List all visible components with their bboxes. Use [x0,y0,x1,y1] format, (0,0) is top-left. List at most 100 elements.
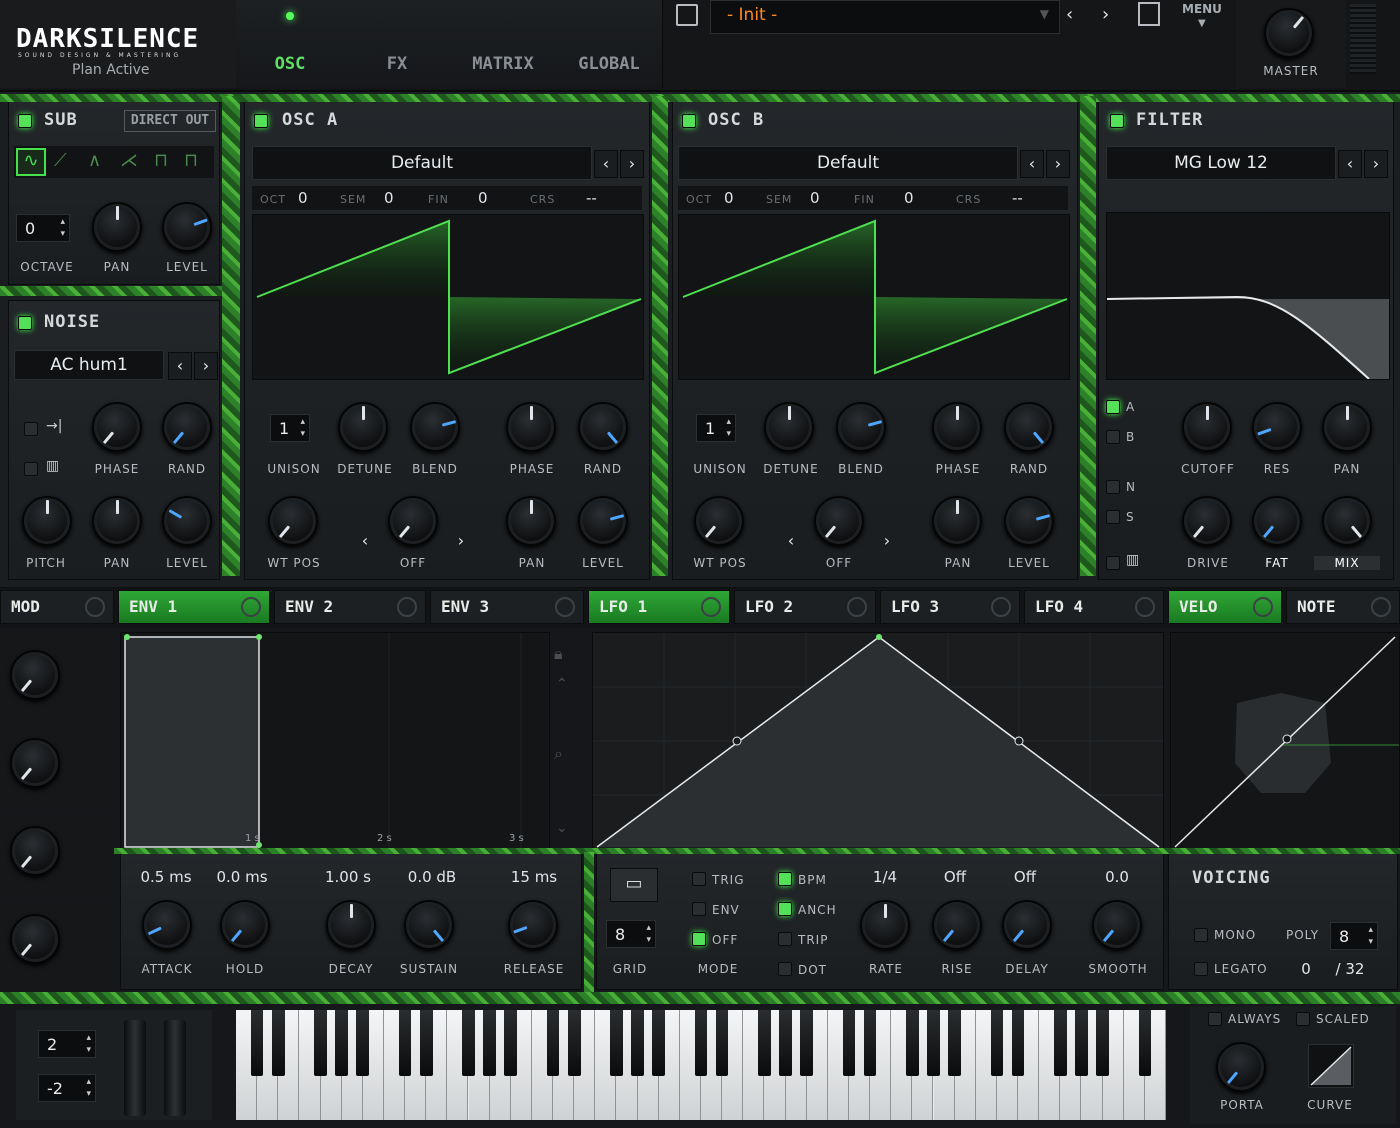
bpm-toggle[interactable] [778,872,792,886]
black-key[interactable] [842,1010,856,1076]
mono-toggle[interactable] [1194,928,1208,942]
zoom-in-icon[interactable]: ⌃ [556,676,568,692]
osc-b-crs-value[interactable]: -- [1012,189,1023,207]
osc-b-enable-toggle[interactable] [682,114,696,128]
black-key[interactable] [314,1010,327,1076]
osc-b-warp-next-icon[interactable]: › [876,528,898,554]
legato-toggle[interactable] [1194,962,1208,976]
mod-wheel[interactable] [164,1020,186,1116]
smooth-knob[interactable] [1092,900,1142,950]
filter-enable-toggle[interactable] [1110,114,1124,128]
black-key[interactable] [250,1010,264,1076]
zoom-out-icon[interactable]: ⌄ [556,820,568,836]
black-key[interactable] [1053,1010,1067,1076]
menu-button[interactable]: MENU [1182,2,1222,16]
tab-lfo1[interactable]: LFO 1 [588,590,730,624]
noise-prev-icon[interactable]: ‹ [168,352,192,380]
black-key[interactable] [546,1010,560,1076]
decay-value[interactable]: 1.00 s [312,868,384,886]
osc-b-oct-value[interactable]: 0 [724,189,734,207]
noise-preset-display[interactable]: AC hum1 [14,350,164,380]
poly-stepper[interactable]: 8 [1330,922,1378,950]
black-key[interactable] [335,1010,348,1076]
attack-value[interactable]: 0.5 ms [126,868,206,886]
sine-shape-icon[interactable]: ∿ [16,148,46,176]
sustain-knob[interactable] [404,900,454,950]
hold-value[interactable]: 0.0 ms [206,868,278,886]
black-key[interactable] [631,1010,644,1076]
release-knob[interactable] [508,900,558,950]
nav-tab-osc[interactable]: OSC [236,0,345,88]
noise-phase-knob[interactable] [92,402,142,452]
black-key[interactable] [483,1010,496,1076]
osc-b-wtpos-knob[interactable] [694,496,744,546]
black-key[interactable] [863,1010,877,1076]
filter-mix-knob[interactable] [1322,496,1372,546]
black-key[interactable] [800,1010,813,1076]
osc-b-sem-value[interactable]: 0 [810,189,820,207]
tab-note[interactable]: NOTE [1286,590,1400,624]
black-key[interactable] [694,1010,708,1076]
env-graph[interactable]: 1 s 2 s 3 s [120,632,550,850]
osc-a-rand-knob[interactable] [578,402,628,452]
filter-fat-knob[interactable] [1252,496,1302,546]
osc-a-enable-toggle[interactable] [254,114,268,128]
osc-b-pan-knob[interactable] [932,496,982,546]
osc-a-sem-value[interactable]: 0 [384,189,394,207]
filter-type-display[interactable]: MG Low 12 [1106,146,1336,180]
osc-a-wtpos-knob[interactable] [268,496,318,546]
osc-a-oct-value[interactable]: 0 [298,189,308,207]
black-key[interactable] [652,1010,666,1076]
delay-knob[interactable] [1002,900,1052,950]
lfo-graph[interactable] [592,632,1164,850]
black-key[interactable] [906,1010,919,1076]
bend-down-stepper[interactable]: -2 [38,1074,96,1102]
noise-pitch-knob[interactable] [22,496,72,546]
osc-b-fin-value[interactable]: 0 [904,189,914,207]
osc-a-wavetable-display[interactable]: Default [252,146,592,180]
black-key[interactable] [715,1010,729,1076]
osc-b-warp-prev-icon[interactable]: ‹ [780,528,802,554]
osc-a-prev-icon[interactable]: ‹ [594,150,618,178]
osc-b-warp-knob[interactable] [814,496,864,546]
osc-a-fin-value[interactable]: 0 [478,189,488,207]
osc-a-detune-knob[interactable] [338,402,388,452]
tab-env1[interactable]: ENV 1 [118,590,270,624]
porta-knob[interactable] [1216,1042,1266,1092]
rise-value[interactable]: Off [926,868,984,886]
black-key[interactable] [356,1010,370,1076]
trip-toggle[interactable] [778,932,792,946]
filter-route-n-toggle[interactable] [1106,480,1120,494]
sub-enable-toggle[interactable] [18,114,32,128]
smooth-value[interactable]: 0.0 [1088,868,1146,886]
search-icon[interactable]: ⌕ [554,744,563,764]
nav-tab-matrix[interactable]: MATRIX [450,0,557,88]
off-mode-toggle[interactable] [692,932,706,946]
osc-b-next-icon[interactable]: › [1046,150,1070,178]
sustain-value[interactable]: 0.0 dB [396,868,468,886]
noise-pan-knob[interactable] [92,496,142,546]
filter-route-a-toggle[interactable] [1106,400,1120,414]
master-knob[interactable] [1264,8,1314,58]
osc-b-detune-knob[interactable] [764,402,814,452]
black-key[interactable] [462,1010,475,1076]
filter-cutoff-knob[interactable] [1182,402,1232,452]
curve-display[interactable] [1308,1044,1354,1088]
osc-a-warp-knob[interactable] [388,496,438,546]
decay-knob[interactable] [326,900,376,950]
sub-pan-knob[interactable] [92,202,142,252]
filter-route-b-toggle[interactable] [1106,430,1120,444]
delay-value[interactable]: Off [996,868,1054,886]
noise-rand-knob[interactable] [162,402,212,452]
black-key[interactable] [1075,1010,1088,1076]
osc-a-pan-knob[interactable] [506,496,556,546]
preset-next-icon[interactable]: › [1102,4,1109,25]
noise-enable-toggle[interactable] [18,316,32,330]
rate-knob[interactable] [860,900,910,950]
filter-pan-knob[interactable] [1322,402,1372,452]
trig-toggle[interactable] [692,872,706,886]
rate-value[interactable]: 1/4 [856,868,914,886]
osc-b-rand-knob[interactable] [1004,402,1054,452]
noise-keytrack-toggle[interactable] [24,462,38,476]
osc-a-next-icon[interactable]: › [620,150,644,178]
